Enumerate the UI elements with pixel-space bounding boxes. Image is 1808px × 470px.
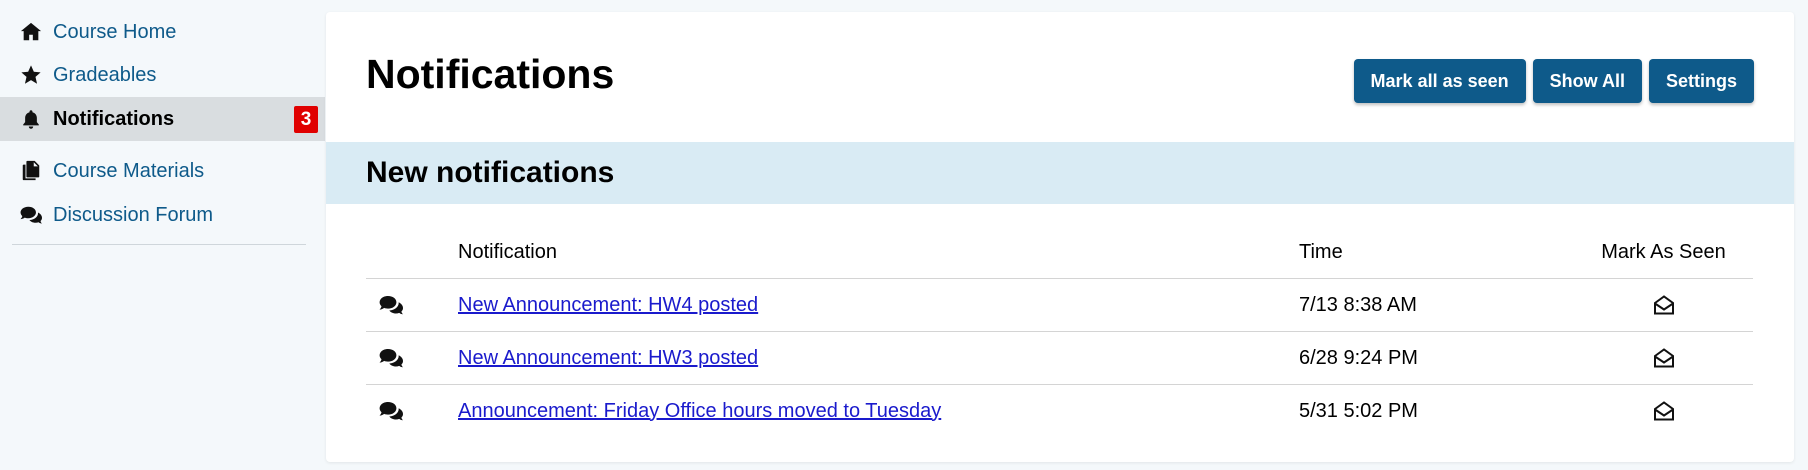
show-all-button[interactable]: Show All	[1532, 59, 1642, 103]
table-row: Announcement: Friday Office hours moved …	[366, 384, 1753, 437]
notification-time: 5/31 5:02 PM	[1299, 399, 1418, 422]
mark-all-seen-button[interactable]: Mark all as seen	[1353, 59, 1526, 103]
comments-icon	[366, 279, 416, 331]
envelope-open-icon	[1653, 348, 1674, 368]
notification-time: 7/13 8:38 AM	[1299, 293, 1417, 316]
notification-link[interactable]: New Announcement: HW4 posted	[458, 294, 758, 317]
sidebar-item-course-materials[interactable]: Course Materials	[0, 149, 325, 193]
table-row: New Announcement: HW4 posted 7/13 8:38 A…	[366, 278, 1753, 331]
mark-as-seen-button[interactable]	[1576, 332, 1751, 384]
table-header-row: Notification Time Mark As Seen	[366, 227, 1753, 278]
envelope-open-icon	[1653, 295, 1674, 315]
sidebar-item-label: Discussion Forum	[53, 203, 214, 226]
page-title: Notifications	[366, 51, 615, 97]
mark-as-seen-button[interactable]	[1576, 385, 1751, 437]
bell-icon	[20, 108, 46, 130]
header-actions: Mark all as seen Show All Settings	[1353, 59, 1754, 103]
sidebar-item-label: Course Home	[53, 20, 177, 43]
files-icon	[20, 160, 46, 182]
main-panel: Notifications Mark all as seen Show All …	[326, 12, 1794, 462]
sidebar-item-label: Notifications	[53, 107, 175, 130]
comments-icon	[366, 332, 416, 384]
sidebar-item-discussion-forum[interactable]: Discussion Forum	[0, 193, 325, 237]
notification-link[interactable]: New Announcement: HW3 posted	[458, 347, 758, 370]
notification-link[interactable]: Announcement: Friday Office hours moved …	[458, 400, 941, 423]
envelope-open-icon	[1653, 401, 1674, 421]
sidebar-divider	[12, 244, 306, 245]
notification-count-badge: 3	[294, 106, 318, 133]
notifications-table: Notification Time Mark As Seen New Annou…	[366, 227, 1753, 437]
comments-icon	[20, 204, 46, 226]
section-title: New notifications	[366, 156, 615, 189]
sidebar-item-label: Course Materials	[53, 159, 205, 182]
sidebar: Course Home Gradeables Notifications 3 C…	[0, 0, 325, 470]
star-icon	[20, 64, 46, 86]
home-icon	[20, 21, 46, 43]
column-header-time: Time	[1299, 241, 1343, 263]
notification-time: 6/28 9:24 PM	[1299, 346, 1418, 369]
sidebar-item-gradeables[interactable]: Gradeables	[0, 53, 325, 97]
section-header: New notifications	[326, 142, 1794, 204]
sidebar-item-label: Gradeables	[53, 63, 157, 86]
comments-icon	[366, 385, 416, 437]
settings-button[interactable]: Settings	[1648, 59, 1754, 103]
sidebar-item-notifications[interactable]: Notifications 3	[0, 97, 325, 141]
table-row: New Announcement: HW3 posted 6/28 9:24 P…	[366, 331, 1753, 384]
column-header-notification: Notification	[458, 241, 557, 263]
sidebar-item-course-home[interactable]: Course Home	[0, 10, 325, 54]
mark-as-seen-button[interactable]	[1576, 279, 1751, 331]
column-header-mark-as-seen: Mark As Seen	[1601, 241, 1726, 263]
